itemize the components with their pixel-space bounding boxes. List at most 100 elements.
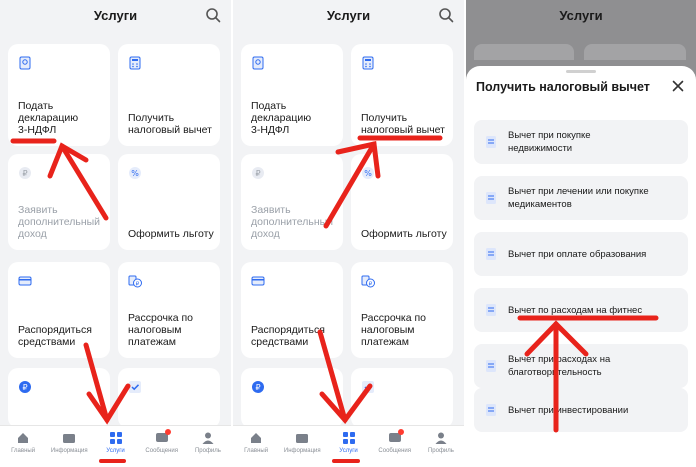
ruble-icon: ₽ <box>19 167 31 179</box>
option-label: Вычет при лечении или покупке медикамент… <box>508 186 649 210</box>
bottom-nav: Главный Информация Услуги Сообщения Проф… <box>233 425 464 467</box>
nav-profile[interactable]: Профиль <box>185 426 231 467</box>
nav-home[interactable]: Главный <box>233 426 279 467</box>
info-icon <box>63 434 76 443</box>
panel-divider <box>464 0 466 467</box>
option-label: Вычет при расходах на благотворительност… <box>508 354 611 378</box>
percent-icon: % <box>129 167 141 179</box>
percent-icon: % <box>362 167 374 179</box>
nav-messages[interactable]: Сообщения <box>372 426 418 467</box>
nav-label: Главный <box>11 448 36 454</box>
option-education[interactable]: Вычет при оплате образования <box>474 232 688 276</box>
dimmed-card <box>474 44 574 60</box>
ruble-icon: ₽ <box>252 167 264 179</box>
nav-services[interactable]: Услуги <box>325 426 371 467</box>
card-partial[interactable] <box>118 368 220 428</box>
document-icon <box>19 56 31 70</box>
notification-badge <box>164 429 171 435</box>
document-icon <box>486 360 496 372</box>
document-icon <box>486 404 496 416</box>
bottom-sheet: Получить налоговый вычет Вычет при покуп… <box>466 66 696 467</box>
page-title: Услуги <box>326 7 371 23</box>
card-partial[interactable]: ₽ <box>241 368 343 428</box>
card-label: Рассрочка по налоговым платежам <box>361 312 427 348</box>
card-label: Заявить дополнительный доход <box>18 204 101 240</box>
card-installment[interactable]: ₽ Рассрочка по налоговым платежам <box>118 262 220 358</box>
svg-text:₽: ₽ <box>22 383 27 392</box>
card-icon <box>18 276 32 286</box>
option-real-estate[interactable]: Вычет при покупке недвижимости <box>474 120 688 164</box>
calculator-icon <box>362 56 374 70</box>
card-icon <box>251 276 265 286</box>
ruble-icon: ₽ <box>19 381 31 393</box>
nav-messages[interactable]: Сообщения <box>139 426 185 467</box>
card-benefit[interactable]: % Оформить льготу <box>351 154 453 250</box>
card-partial[interactable]: ₽ <box>8 368 110 428</box>
card-tax-deduction[interactable]: Получить налоговый вычет <box>118 44 220 146</box>
card-label: Заявить дополнительный доход <box>251 204 334 240</box>
document-icon <box>486 304 496 316</box>
card-declaration[interactable]: Подать декларацию 3-НДФЛ <box>8 44 110 146</box>
messages-icon <box>388 429 404 445</box>
page-title: Услуги <box>93 7 138 23</box>
top-bar: Услуги <box>466 0 696 30</box>
bottom-nav: Главный Информация Услуги Сообщения Проф… <box>0 425 231 467</box>
services-icon <box>109 432 122 444</box>
nav-home[interactable]: Главный <box>0 426 46 467</box>
card-additional-income[interactable]: ₽ Заявить дополнительный доход <box>241 154 343 250</box>
messages-icon <box>155 429 171 445</box>
check-icon <box>129 381 141 393</box>
search-icon[interactable] <box>205 7 221 23</box>
option-medical[interactable]: Вычет при лечении или покупке медикамент… <box>474 176 688 220</box>
document-icon <box>486 248 496 260</box>
nav-profile[interactable]: Профиль <box>418 426 464 467</box>
top-bar: Услуги <box>233 0 464 30</box>
close-icon[interactable] <box>672 80 684 92</box>
services-screen-1: Услуги Подать декларацию 3-НДФЛ Получить… <box>0 0 231 467</box>
nav-services[interactable]: Услуги <box>92 426 138 467</box>
svg-text:₽: ₽ <box>255 383 260 392</box>
card-additional-income[interactable]: ₽ Заявить дополнительный доход <box>8 154 110 250</box>
card-label: Подать декларацию 3-НДФЛ <box>251 100 312 136</box>
card-label: Распорядиться средствами <box>18 324 92 348</box>
svg-text:%: % <box>131 169 139 178</box>
card-declaration[interactable]: Подать декларацию 3-НДФЛ <box>241 44 343 146</box>
sheet-handle[interactable] <box>566 70 596 73</box>
card-manage-funds[interactable]: Распорядиться средствами <box>241 262 343 358</box>
panel-divider <box>231 0 233 467</box>
document-icon <box>486 192 496 204</box>
option-label: Вычет при покупке недвижимости <box>508 130 591 154</box>
card-manage-funds[interactable]: Распорядиться средствами <box>8 262 110 358</box>
nav-label: Информация <box>283 448 321 454</box>
svg-text:₽: ₽ <box>255 169 260 178</box>
card-label: Получить налоговый вычет <box>361 112 445 136</box>
nav-label: Информация <box>50 448 88 454</box>
card-installment[interactable]: ₽ Рассрочка по налоговым платежам <box>351 262 453 358</box>
option-charity[interactable]: Вычет при расходах на благотворительност… <box>474 344 688 388</box>
document-icon <box>252 56 264 70</box>
nav-label: Услуги <box>106 448 125 454</box>
card-label: Рассрочка по налоговым платежам <box>128 312 194 348</box>
card-benefit[interactable]: % Оформить льготу <box>118 154 220 250</box>
calculator-icon <box>129 56 141 70</box>
option-investment[interactable]: Вычет при инвестировании <box>474 388 688 432</box>
page-title: Услуги <box>559 7 603 23</box>
search-icon[interactable] <box>438 7 454 23</box>
document-icon <box>486 136 496 148</box>
ruble-icon: ₽ <box>252 381 264 393</box>
card-tax-deduction[interactable]: Получить налоговый вычет <box>351 44 453 146</box>
profile-icon <box>202 432 214 444</box>
home-icon <box>18 433 29 443</box>
nav-info[interactable]: Информация <box>46 426 92 467</box>
card-partial[interactable] <box>351 368 453 428</box>
check-icon <box>362 381 374 393</box>
ruble-coins-icon: ₽ <box>361 275 375 288</box>
nav-label: Профиль <box>194 448 221 454</box>
card-label: Распорядиться средствами <box>251 324 325 348</box>
nav-info[interactable]: Информация <box>279 426 325 467</box>
card-label: Оформить льготу <box>361 228 447 240</box>
svg-text:%: % <box>364 169 372 178</box>
nav-label: Главный <box>244 448 269 454</box>
option-fitness[interactable]: Вычет по расходам на фитнес <box>474 288 688 332</box>
sheet-title: Получить налоговый вычет <box>476 80 650 94</box>
